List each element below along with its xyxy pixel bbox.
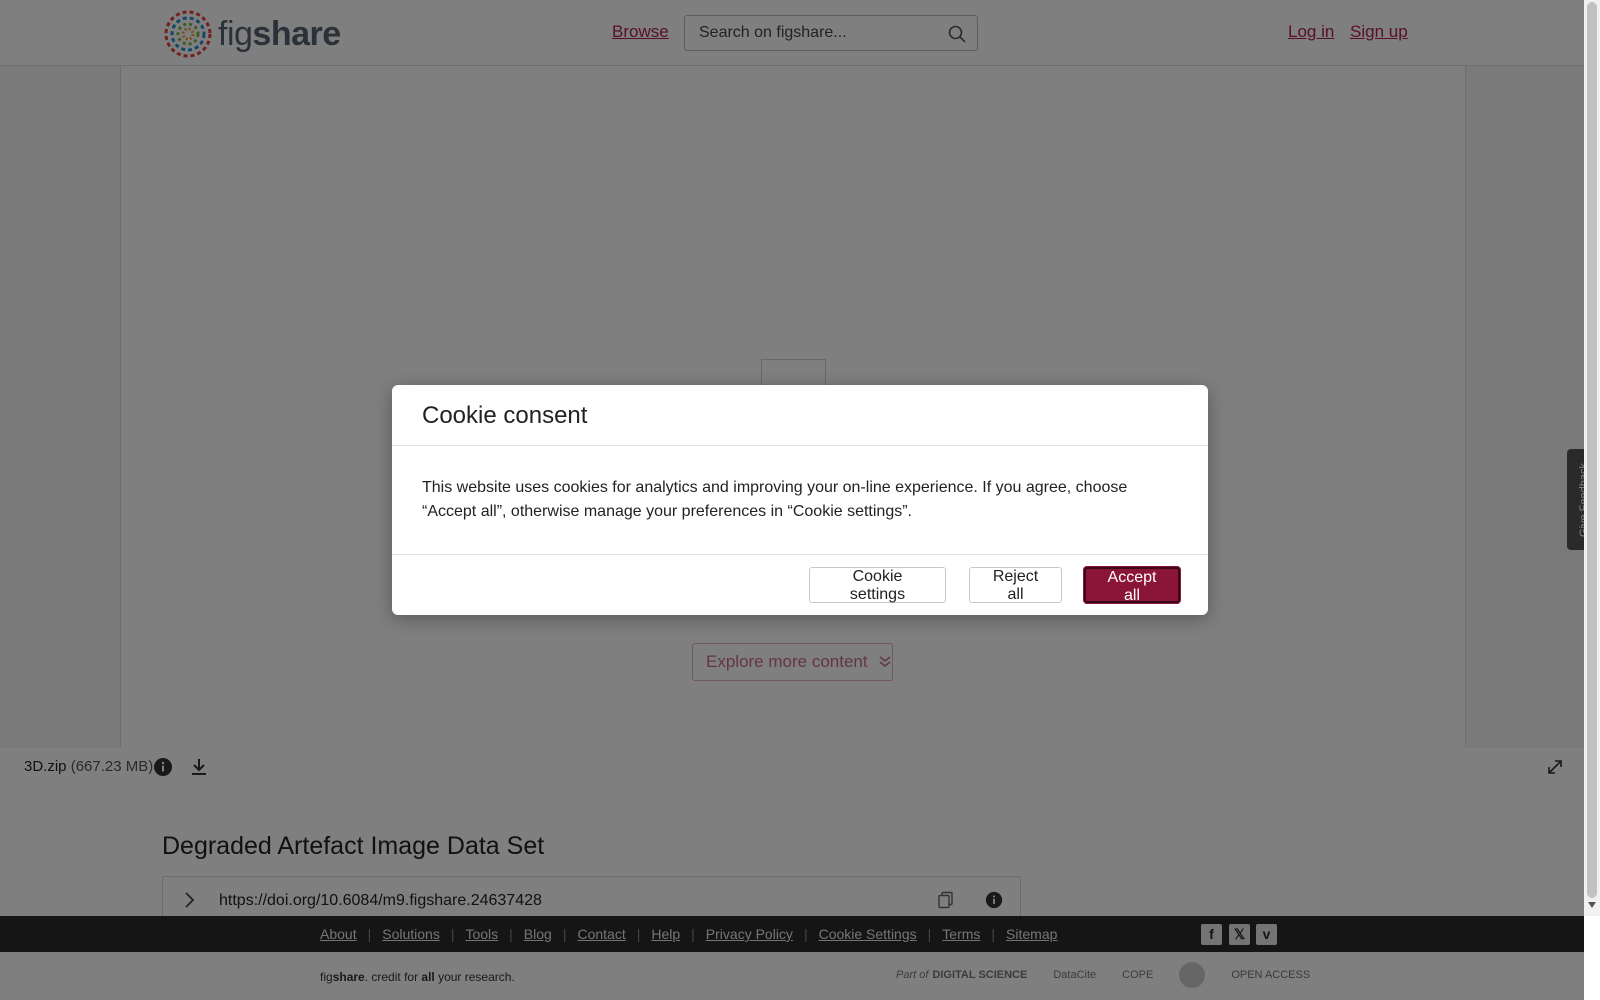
cookie-settings-button[interactable]: Cookie settings (809, 567, 946, 603)
modal-header: Cookie consent (392, 385, 1208, 446)
modal-title: Cookie consent (422, 402, 588, 429)
modal-body: This website uses cookies for analytics … (392, 446, 1208, 555)
modal-footer: Cookie settings Reject all Accept all (392, 555, 1208, 615)
scrollbar-thumb[interactable] (1587, 2, 1597, 898)
page-scrollbar[interactable] (1584, 0, 1600, 916)
scroll-down-arrow-icon[interactable] (1588, 902, 1596, 908)
reject-all-button[interactable]: Reject all (969, 567, 1062, 603)
cookie-consent-modal: Cookie consent This website uses cookies… (392, 385, 1208, 615)
accept-all-button[interactable]: Accept all (1084, 567, 1180, 604)
